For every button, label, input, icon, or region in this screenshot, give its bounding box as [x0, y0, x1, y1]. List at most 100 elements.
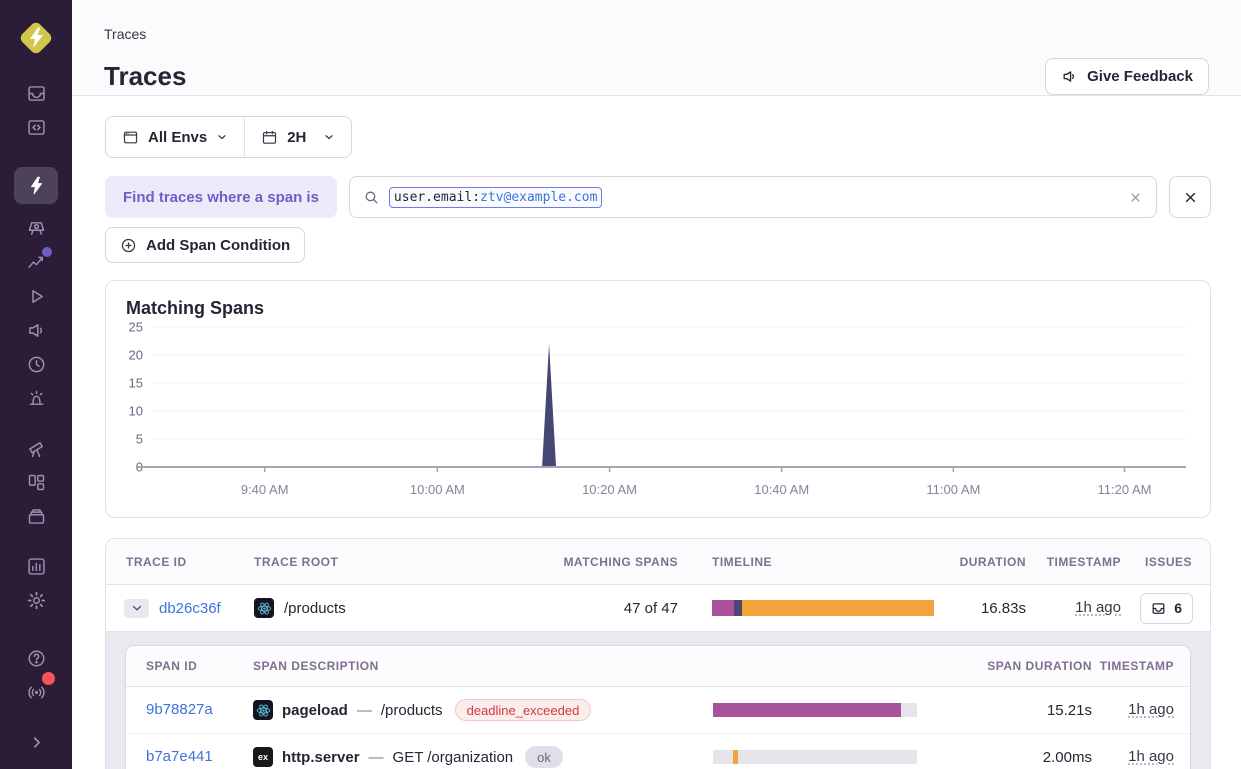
sidebar-item-discover[interactable] [14, 431, 58, 465]
spans-table: SPAN ID SPAN DESCRIPTION SPAN DURATION T… [126, 646, 1190, 769]
megaphone-icon [1061, 68, 1078, 85]
environment-icon [122, 129, 139, 146]
span-separator: — [369, 749, 384, 766]
trace-id-link[interactable]: db26c36f [159, 600, 221, 617]
span-duration-bar [713, 703, 917, 717]
trace-row: db26c36f /products 47 of 47 16.83s 1h ag… [106, 585, 1210, 631]
environment-filter-label: All Envs [148, 129, 207, 146]
sidebar-item-releases[interactable] [14, 499, 58, 533]
svg-text:10:40 AM: 10:40 AM [754, 482, 809, 497]
span-description: /products [381, 702, 443, 719]
chart-title: Matching Spans [126, 298, 1190, 319]
sidebar-item-help[interactable] [14, 641, 58, 675]
page-filter-bar: All Envs 2H [105, 116, 352, 158]
issues-icon [1151, 601, 1166, 616]
col-trace-root: TRACE ROOT [254, 555, 546, 569]
main-area: Traces Traces Give Feedback All Envs [72, 0, 1241, 769]
query-token-key: user.email: [394, 190, 480, 205]
sidebar-item-alerts-metrics[interactable] [14, 245, 58, 279]
svg-text:10:20 AM: 10:20 AM [582, 482, 637, 497]
sidebar-item-whats-new[interactable] [14, 675, 58, 709]
svg-text:20: 20 [129, 348, 143, 363]
broadcast-icon [26, 682, 47, 703]
spans-section: SPAN ID SPAN DESCRIPTION SPAN DURATION T… [106, 631, 1210, 769]
remove-condition-button[interactable] [1169, 176, 1211, 218]
give-feedback-button[interactable]: Give Feedback [1045, 58, 1209, 95]
sidebar-item-settings[interactable] [14, 583, 58, 617]
page-header: Traces Traces Give Feedback [72, 0, 1241, 96]
spans-table-header: SPAN ID SPAN DESCRIPTION SPAN DURATION T… [126, 646, 1190, 687]
page-title: Traces [104, 61, 186, 92]
svg-text:25: 25 [129, 321, 143, 335]
dashboards-icon [26, 472, 47, 493]
sidebar-item-crons[interactable] [14, 347, 58, 381]
breadcrumb: Traces [104, 26, 1209, 42]
span-query-chip: Find traces where a span is [105, 176, 337, 218]
span-id-link[interactable]: b7a7e441 [146, 748, 213, 765]
sentry-logo[interactable] [16, 18, 56, 58]
notification-dot-red [42, 672, 55, 685]
trace-issues-button[interactable]: 6 [1140, 593, 1193, 624]
clock-icon [26, 354, 47, 375]
svg-text:11:20 AM: 11:20 AM [1097, 482, 1151, 497]
close-icon [1182, 189, 1199, 206]
query-token[interactable]: user.email:ztv@example.com [389, 187, 603, 208]
svg-text:9:40 AM: 9:40 AM [241, 482, 289, 497]
calendar-icon [261, 129, 278, 146]
plus-circle-icon [120, 237, 137, 254]
traces-icon [26, 175, 47, 196]
span-search-input[interactable]: user.email:ztv@example.com [349, 176, 1157, 218]
sidebar-item-traces[interactable] [14, 167, 58, 204]
react-platform-icon [253, 700, 273, 720]
trace-root-label: /products [284, 600, 346, 617]
col-span-description: SPAN DESCRIPTION [253, 659, 713, 673]
matching-spans-chart[interactable]: 05101520259:40 AM10:00 AM10:20 AM10:40 A… [126, 321, 1190, 501]
page-content: All Envs 2H Find traces where a span is … [72, 96, 1241, 769]
siren-icon [26, 388, 47, 409]
col-span-duration: SPAN DURATION [987, 659, 1092, 673]
sentry-logo-icon [16, 18, 56, 58]
stats-icon [26, 556, 47, 577]
react-platform-icon [254, 598, 274, 618]
notification-dot-purple [42, 247, 52, 257]
chevron-down-icon [323, 131, 335, 143]
trace-timestamp: 1h ago [1075, 599, 1121, 616]
clear-search-button[interactable] [1128, 190, 1143, 205]
chevron-down-icon [216, 131, 228, 143]
matching-spans-panel: Matching Spans 05101520259:40 AM10:00 AM… [105, 280, 1211, 518]
sidebar [0, 0, 72, 769]
col-timeline: TIMELINE [678, 555, 956, 569]
col-timestamp: TIMESTAMP [1047, 555, 1121, 569]
issues-icon [26, 83, 47, 104]
chevron-down-icon [130, 601, 144, 615]
sidebar-item-profiling[interactable] [14, 211, 58, 245]
col-issues: ISSUES [1145, 555, 1210, 569]
sidebar-item-stats[interactable] [14, 549, 58, 583]
environment-filter[interactable]: All Envs [106, 117, 244, 157]
sidebar-collapse-toggle[interactable] [14, 725, 58, 759]
sidebar-item-user-feedback[interactable] [14, 313, 58, 347]
span-id-link[interactable]: 9b78827a [146, 701, 213, 718]
sidebar-item-monitors[interactable] [14, 381, 58, 415]
sidebar-item-issues[interactable] [14, 76, 58, 110]
collapse-trace-button[interactable] [124, 599, 149, 618]
col-span-id: SPAN ID [126, 659, 253, 673]
span-row: 9b78827a pageload — /products deadline_e… [126, 687, 1190, 734]
query-token-value: ztv@example.com [480, 190, 597, 205]
span-row: b7a7e441 ex http.server — GET /organizat… [126, 734, 1190, 769]
svg-text:5: 5 [136, 432, 143, 447]
add-span-condition-button[interactable]: Add Span Condition [105, 227, 305, 263]
time-range-filter[interactable]: 2H [245, 117, 351, 157]
traces-table: TRACE ID TRACE ROOT MATCHING SPANS TIMEL… [105, 538, 1211, 769]
span-op: http.server [282, 749, 360, 766]
trace-duration: 16.83s [981, 600, 1026, 617]
sidebar-item-dashboards[interactable] [14, 465, 58, 499]
col-trace-id: TRACE ID [106, 555, 254, 569]
span-query-row: Find traces where a span is user.email:z… [105, 176, 1211, 218]
timeline-bar [712, 600, 934, 616]
sidebar-item-replays[interactable] [14, 279, 58, 313]
svg-text:15: 15 [129, 376, 143, 391]
help-icon [26, 648, 47, 669]
sidebar-item-projects[interactable] [14, 110, 58, 144]
svg-text:11:00 AM: 11:00 AM [926, 482, 980, 497]
